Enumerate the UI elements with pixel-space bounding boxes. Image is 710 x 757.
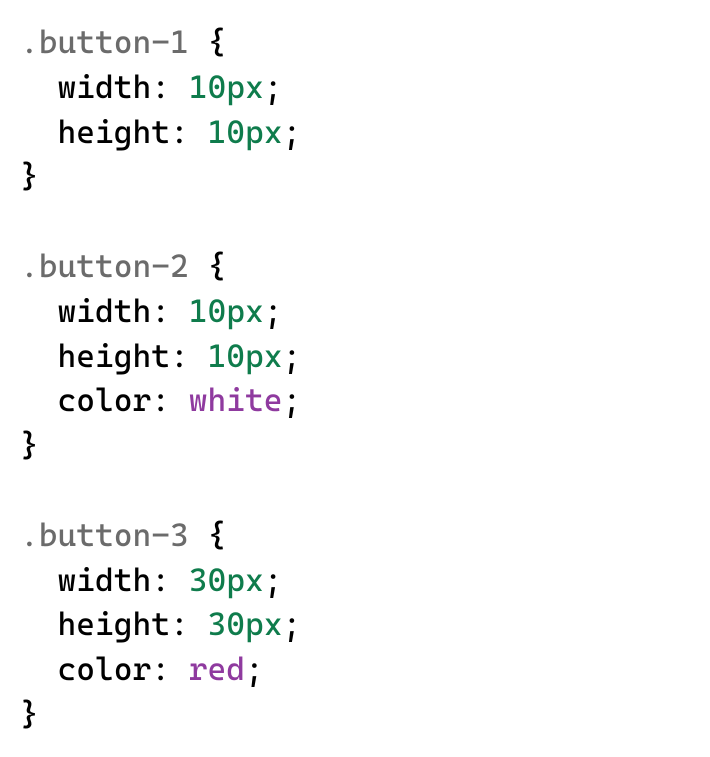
css-selector: .button-3	[20, 516, 189, 554]
close-brace: }	[20, 695, 39, 733]
css-value: white	[189, 381, 283, 419]
colon: :	[151, 650, 189, 688]
close-brace: }	[20, 426, 39, 464]
css-property: color	[58, 381, 152, 419]
colon: :	[151, 561, 189, 599]
css-property: height	[58, 113, 171, 151]
css-value: 30px	[208, 605, 283, 643]
code-block: .button-1 { width: 10px; height: 10px; }…	[20, 20, 690, 737]
css-property: color	[58, 650, 152, 688]
colon: :	[151, 68, 189, 106]
semicolon: ;	[283, 381, 302, 419]
open-brace: {	[189, 247, 227, 285]
semicolon: ;	[264, 68, 283, 106]
css-value: 30px	[189, 561, 264, 599]
css-property: width	[58, 292, 152, 330]
colon: :	[170, 605, 208, 643]
css-value: 10px	[208, 337, 283, 375]
semicolon: ;	[283, 113, 302, 151]
semicolon: ;	[245, 650, 264, 688]
open-brace: {	[189, 23, 227, 61]
semicolon: ;	[283, 337, 302, 375]
css-value: 10px	[189, 292, 264, 330]
open-brace: {	[189, 516, 227, 554]
css-value: 10px	[189, 68, 264, 106]
semicolon: ;	[264, 292, 283, 330]
css-selector: .button-1	[20, 23, 189, 61]
css-property: height	[58, 337, 171, 375]
css-value: red	[189, 650, 245, 688]
semicolon: ;	[264, 561, 283, 599]
css-property: width	[58, 561, 152, 599]
css-value: 10px	[208, 113, 283, 151]
colon: :	[170, 113, 208, 151]
colon: :	[151, 381, 189, 419]
semicolon: ;	[283, 605, 302, 643]
close-brace: }	[20, 157, 39, 195]
css-selector: .button-2	[20, 247, 189, 285]
css-property: width	[58, 68, 152, 106]
colon: :	[170, 337, 208, 375]
css-property: height	[58, 605, 171, 643]
colon: :	[151, 292, 189, 330]
